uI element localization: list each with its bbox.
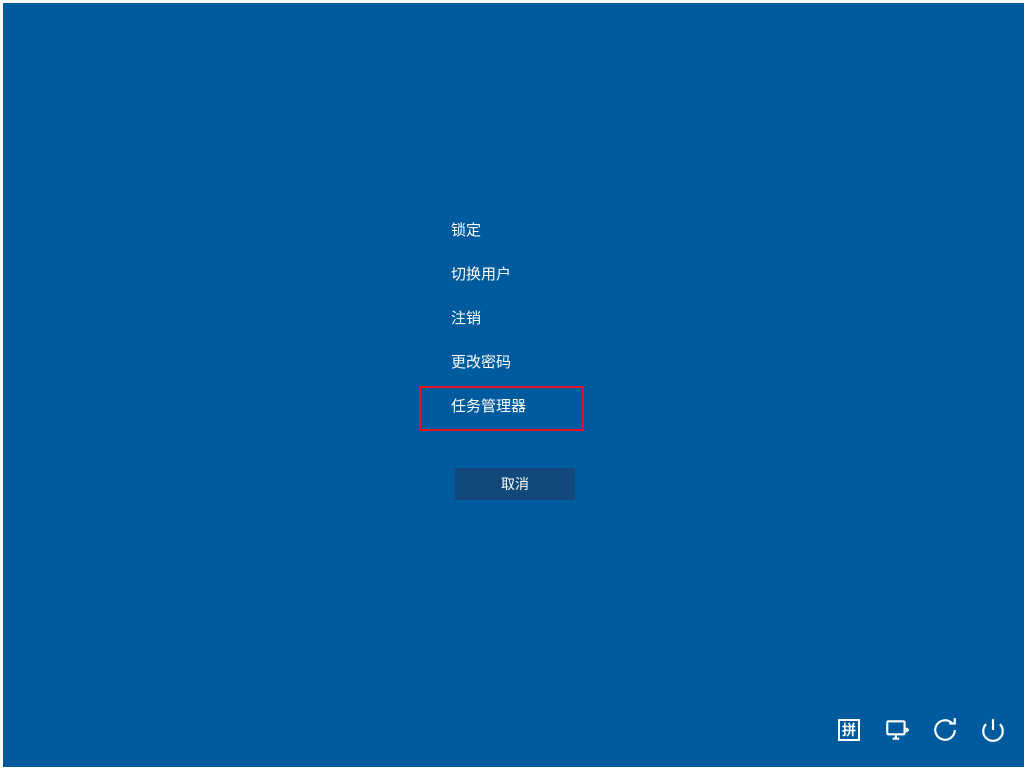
ease-of-access-icon[interactable] [932, 717, 958, 743]
cancel-button[interactable]: 取消 [455, 468, 575, 500]
ime-icon[interactable]: 拼 [836, 717, 862, 743]
ime-glyph: 拼 [838, 719, 860, 741]
menu-item-label: 切换用户 [451, 266, 511, 283]
menu-item-label: 锁定 [451, 222, 481, 239]
menu-item-label: 注销 [451, 310, 481, 327]
security-options-menu: 锁定 切换用户 注销 更改密码 任务管理器 [451, 221, 526, 441]
system-tray: 拼 [836, 717, 1006, 743]
menu-item-sign-out[interactable]: 注销 [451, 309, 526, 329]
menu-item-label: 更改密码 [451, 354, 511, 371]
power-icon[interactable] [980, 717, 1006, 743]
network-icon[interactable] [884, 717, 910, 743]
security-options-screen: 锁定 切换用户 注销 更改密码 任务管理器 取消 拼 [3, 3, 1024, 767]
menu-item-switch-user[interactable]: 切换用户 [451, 265, 526, 285]
cancel-button-label: 取消 [501, 474, 529, 494]
menu-item-task-manager[interactable]: 任务管理器 [451, 397, 526, 417]
menu-item-lock[interactable]: 锁定 [451, 221, 526, 241]
menu-item-label: 任务管理器 [451, 398, 526, 415]
menu-item-change-password[interactable]: 更改密码 [451, 353, 526, 373]
